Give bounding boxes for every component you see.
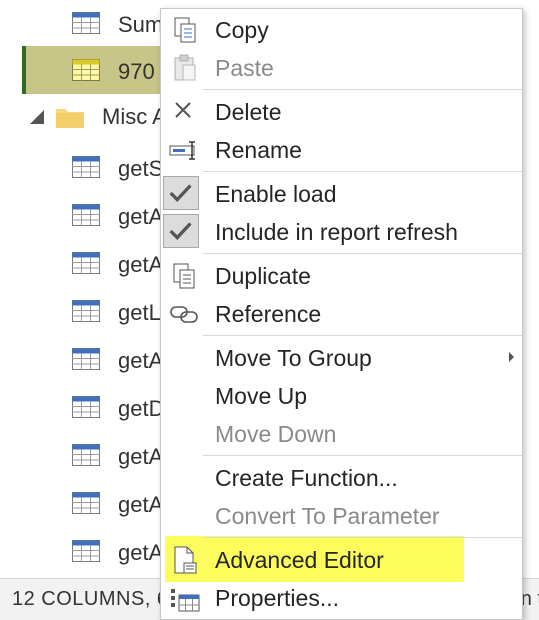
- paste-icon: [174, 54, 196, 81]
- query-name: getA: [118, 492, 164, 517]
- menu-label: Duplicate: [215, 263, 311, 289]
- menu-label: Rename: [215, 137, 302, 163]
- reference-link-icon: [170, 306, 198, 323]
- menu-label: Reference: [215, 301, 322, 327]
- menu-label: Advanced Editor: [215, 547, 384, 573]
- delete-x-icon: [175, 102, 191, 118]
- menu-separator: [203, 253, 522, 254]
- table-icon: [72, 204, 100, 226]
- query-name: getA: [118, 444, 164, 469]
- table-icon: [72, 444, 100, 466]
- menu-item-paste[interactable]: Paste: [161, 49, 522, 87]
- menu-separator: [203, 89, 522, 90]
- menu-item-include-in-refresh[interactable]: Include in report refresh: [161, 213, 522, 251]
- menu-label: Include in report refresh: [215, 219, 458, 245]
- group-name: Misc A: [102, 104, 167, 129]
- checkmark-icon: [169, 184, 192, 202]
- menu-item-create-function[interactable]: Create Function...: [161, 459, 522, 497]
- menu-separator: [203, 455, 522, 456]
- advanced-editor-icon: [174, 546, 197, 574]
- menu-item-move-down[interactable]: Move Down: [161, 415, 522, 453]
- menu-item-reference[interactable]: Reference: [161, 295, 522, 333]
- table-icon: [72, 348, 100, 370]
- query-name: 970: [118, 59, 155, 84]
- rename-icon: [169, 141, 195, 160]
- menu-label: Convert To Parameter: [215, 503, 440, 529]
- query-name: getS: [118, 156, 164, 181]
- status-right-text: n t: [520, 588, 539, 610]
- query-name: getA: [118, 348, 164, 373]
- menu-item-convert-to-parameter[interactable]: Convert To Parameter: [161, 497, 522, 535]
- checkbox-checked: [163, 176, 199, 210]
- table-icon: [72, 540, 100, 562]
- query-name: getA: [118, 204, 164, 229]
- menu-label: Properties...: [215, 585, 339, 611]
- query-name: Sum: [118, 12, 164, 37]
- menu-item-advanced-editor[interactable]: Advanced Editor: [161, 541, 522, 579]
- properties-icon: [171, 589, 200, 612]
- menu-item-rename[interactable]: Rename: [161, 131, 522, 169]
- table-icon: [72, 300, 100, 322]
- menu-label: Create Function...: [215, 465, 398, 491]
- menu-label: Move To Group: [215, 345, 372, 371]
- menu-item-duplicate[interactable]: Duplicate: [161, 257, 522, 295]
- query-name: getD: [118, 396, 165, 421]
- selection-indicator: [22, 46, 26, 94]
- folder-icon: [56, 109, 84, 128]
- menu-label: Copy: [215, 17, 269, 43]
- status-column-count: 12 COLUMNS, 6: [12, 588, 169, 610]
- query-name: getA: [118, 540, 164, 565]
- menu-separator: [203, 171, 522, 172]
- menu-item-copy[interactable]: Copy: [161, 11, 522, 49]
- table-icon: [72, 59, 100, 81]
- query-name: getA: [118, 252, 164, 277]
- query-name: getL: [118, 300, 161, 325]
- collapse-triangle-icon[interactable]: [30, 110, 44, 124]
- menu-separator: [203, 537, 522, 538]
- checkmark-icon: [169, 222, 192, 240]
- menu-item-move-up[interactable]: Move Up: [161, 377, 522, 415]
- menu-item-enable-load[interactable]: Enable load: [161, 175, 522, 213]
- checkbox-checked: [163, 214, 199, 248]
- menu-label: Paste: [215, 55, 274, 81]
- menu-label: Enable load: [215, 181, 337, 207]
- table-icon: [72, 12, 100, 34]
- menu-label: Move Up: [215, 383, 308, 409]
- copy-icon: [174, 17, 196, 43]
- menu-label: Move Down: [215, 421, 337, 447]
- menu-separator: [203, 335, 522, 336]
- context-menu: Copy Paste Delete Rename Enable load Inc…: [160, 8, 523, 620]
- menu-item-move-to-group[interactable]: Move To Group: [161, 339, 522, 377]
- submenu-arrow-icon: [509, 352, 514, 362]
- menu-item-delete[interactable]: Delete: [161, 93, 522, 131]
- duplicate-icon: [173, 263, 195, 289]
- menu-label: Delete: [215, 99, 282, 125]
- table-icon: [72, 396, 100, 418]
- menu-item-properties[interactable]: Properties...: [161, 579, 522, 617]
- table-icon: [72, 492, 100, 514]
- table-icon: [72, 252, 100, 274]
- table-icon: [72, 156, 100, 178]
